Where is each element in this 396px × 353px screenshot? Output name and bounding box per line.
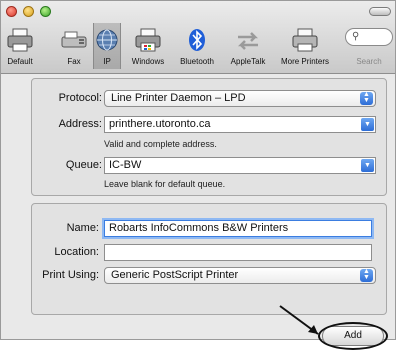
name-field[interactable]: Robarts InfoCommons B&W Printers [104,220,372,237]
printer-icon [292,28,318,52]
protocol-label: Protocol: [58,92,102,104]
address-value: printhere.utoronto.ca [109,118,211,130]
toolbar-label: Default [7,57,33,66]
toolbar: Default Fax IP Windows Bluetooth AppleTa… [1,1,395,74]
bluetooth-icon [189,29,205,51]
details-panel: Name: Robarts InfoCommons B&W Printers L… [31,203,387,315]
toolbar-item-bluetooth[interactable]: Bluetooth [173,23,221,69]
queue-value: IC-BW [109,159,142,171]
location-label: Location: [54,246,99,258]
queue-field[interactable]: IC-BW ▼ [104,157,376,174]
toolbar-item-fax[interactable]: Fax [59,23,89,69]
globe-icon [96,29,118,51]
search-input[interactable]: ⚲ [345,28,393,46]
up-down-arrows-icon: ▲ ▼ [360,91,373,105]
location-field[interactable] [104,244,372,261]
toolbar-item-more-printers[interactable]: More Printers [273,23,337,69]
add-printer-window: Default Fax IP Windows Bluetooth AppleTa… [0,0,396,340]
windows-printer-icon [135,28,161,52]
protocol-value: Line Printer Daemon – LPD [111,92,246,104]
queue-hint: Leave blank for default queue. [104,179,226,189]
zoom-window-button[interactable] [40,6,51,17]
minimize-window-button[interactable] [23,6,34,17]
address-field[interactable]: printhere.utoronto.ca ▼ [104,116,376,133]
toolbar-item-appletalk[interactable]: AppleTalk [223,23,273,69]
toolbar-label: More Printers [280,57,329,66]
address-label: Address: [58,118,102,130]
up-down-arrows-icon: ▲ ▼ [360,268,373,282]
chevron-down-icon[interactable]: ▼ [361,159,374,172]
connection-panel: Protocol: Line Printer Daemon – LPD ▲ ▼ A… [31,78,387,196]
queue-label: Queue: [65,159,102,171]
fax-icon [61,31,87,48]
protocol-popup[interactable]: Line Printer Daemon – LPD ▲ ▼ [104,90,376,107]
toolbar-item-windows[interactable]: Windows [127,23,169,69]
print-using-popup[interactable]: Generic PostScript Printer ▲ ▼ [104,267,376,284]
toolbar-label: Bluetooth [180,57,214,66]
toolbar-item-default[interactable]: Default [1,23,39,69]
toolbar-item-ip[interactable]: IP [93,23,121,69]
print-using-value: Generic PostScript Printer [111,269,239,281]
toolbar-label: Windows [131,57,165,66]
close-window-button[interactable] [6,6,17,17]
printer-icon [7,28,33,52]
search-icon: ⚲ [352,31,360,42]
search-label: Search [356,57,382,66]
toolbar-label: Fax [67,57,81,66]
highlight-circle [318,322,388,350]
toolbar-toggle-button[interactable] [369,7,391,16]
toolbar-label: AppleTalk [230,57,266,66]
print-using-label: Print Using: [42,269,99,281]
name-label: Name: [66,222,99,234]
toolbar-label: IP [103,57,111,66]
address-hint: Valid and complete address. [104,139,217,149]
appletalk-icon [237,32,259,50]
chevron-down-icon[interactable]: ▼ [361,118,374,131]
